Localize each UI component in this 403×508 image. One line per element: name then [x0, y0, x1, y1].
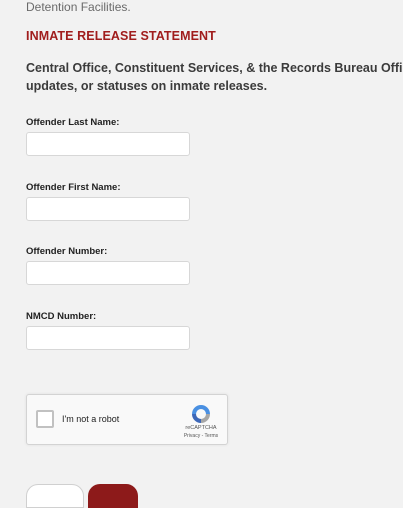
intro-trailing-text: Detention Facilities. — [26, 0, 131, 14]
submit-button[interactable] — [88, 484, 138, 508]
nmcd-number-input[interactable] — [26, 326, 190, 350]
offender-number-input[interactable] — [26, 261, 190, 285]
recaptcha-logo-icon — [192, 405, 210, 423]
recaptcha-links[interactable]: Privacy - Terms — [177, 433, 225, 439]
secondary-button[interactable] — [26, 484, 84, 508]
release-statement: Central Office, Constituent Services, & … — [26, 59, 403, 95]
last-name-input[interactable] — [26, 132, 190, 156]
recaptcha-label: I'm not a robot — [62, 414, 120, 424]
recaptcha-brand: reCAPTCHA — [185, 425, 217, 431]
first-name-label: Offender First Name: — [26, 182, 121, 193]
recaptcha-checkbox[interactable] — [36, 410, 54, 428]
section-heading: INMATE RELEASE STATEMENT — [26, 29, 216, 43]
statement-line-2: updates, or statuses on inmate releases. — [26, 79, 268, 93]
first-name-input[interactable] — [26, 197, 190, 221]
nmcd-number-label: NMCD Number: — [26, 311, 97, 322]
last-name-label: Offender Last Name: — [26, 117, 120, 128]
offender-number-label: Offender Number: — [26, 246, 108, 257]
statement-line-1: Central Office, Constituent Services, & … — [26, 61, 403, 75]
recaptcha-widget: I'm not a robot reCAPTCHA Privacy - Term… — [26, 394, 228, 445]
